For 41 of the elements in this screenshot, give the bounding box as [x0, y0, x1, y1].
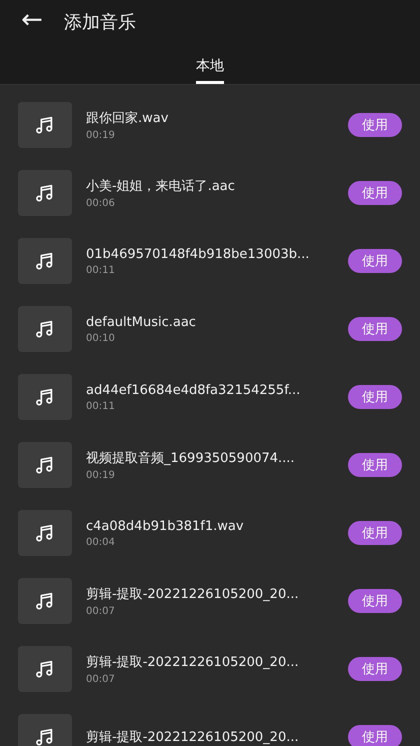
track-duration: 00:19 [86, 130, 116, 141]
track-duration: 00:11 [86, 400, 116, 412]
use-button[interactable]: 使用 [348, 589, 402, 613]
use-button[interactable]: 使用 [348, 385, 402, 409]
track-name: 视频提取音频_1699350590074.... [86, 450, 296, 467]
music-note-icon [18, 238, 72, 284]
track-name: 剪辑-提取-20221226105200_20... [86, 586, 300, 603]
track-name: defaultMusic.aac [86, 314, 197, 330]
music-note-icon [18, 578, 72, 624]
track-name: 剪辑-提取-20221226105200_20... [86, 729, 300, 746]
track-name: 01b469570148f4b918be13003b... [86, 246, 310, 262]
music-note-icon [18, 306, 72, 352]
use-button[interactable]: 使用 [348, 521, 402, 545]
use-button[interactable]: 使用 [348, 181, 402, 205]
use-button[interactable]: 使用 [348, 453, 402, 477]
track-duration: 00:11 [86, 264, 116, 276]
use-button[interactable]: 使用 [348, 249, 402, 273]
track-duration: 00:04 [86, 536, 116, 548]
track-duration: 00:07 [86, 606, 116, 617]
track-name: ad44ef16684e4d8fa32154255f... [86, 382, 302, 398]
music-note-icon [18, 170, 72, 216]
track-duration: 00:07 [86, 674, 116, 685]
back-button[interactable]: ← [18, 7, 46, 37]
use-button[interactable]: 使用 [348, 657, 402, 681]
use-button[interactable]: 使用 [348, 113, 402, 137]
page-title: 添加音乐 [64, 11, 136, 34]
track-duration: 00:19 [86, 470, 116, 481]
track-name: 小美-姐姐，来电话了.aac [86, 178, 236, 195]
music-note-icon [18, 442, 72, 488]
music-note-icon [18, 374, 72, 420]
track-name: 跟你回家.wav [86, 110, 170, 127]
music-note-icon [18, 646, 72, 692]
use-button[interactable]: 使用 [348, 317, 402, 341]
use-button[interactable]: 使用 [348, 725, 402, 746]
tab[interactable]: 本地 [196, 44, 224, 84]
track-name: c4a08d4b91b381f1.wav [86, 518, 245, 534]
music-note-icon [18, 102, 72, 148]
track-duration: 00:06 [86, 198, 116, 209]
track-name: 剪辑-提取-20221226105200_20... [86, 654, 300, 671]
music-note-icon [18, 510, 72, 556]
track-duration: 00:10 [86, 332, 116, 344]
